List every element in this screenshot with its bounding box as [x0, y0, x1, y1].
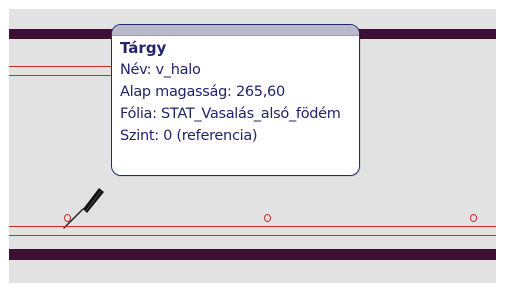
rebar-line-upper[interactable]: [9, 226, 496, 227]
tooltip-title: Tárgy: [120, 39, 167, 57]
drawing-canvas[interactable]: Tárgy Név: v_halo Alap magasság: 265,60 …: [9, 9, 496, 283]
tooltip-base-height: Alap magasság: 265,60: [120, 84, 285, 100]
rebar-line-lower[interactable]: [9, 75, 119, 76]
rebar-line-lower[interactable]: [9, 235, 496, 236]
node-marker-icon[interactable]: [264, 214, 271, 222]
wall-band-bottom[interactable]: [9, 249, 496, 260]
tooltip-level: Szint: 0 (referencia): [120, 128, 258, 144]
node-marker-icon[interactable]: [470, 214, 477, 222]
object-info-tooltip: Tárgy Név: v_halo Alap magasság: 265,60 …: [111, 24, 360, 176]
tooltip-header-strip: [112, 25, 359, 36]
tooltip-layer: Fólia: STAT_Vasalás_alsó_födém: [120, 106, 341, 122]
node-marker-icon[interactable]: [64, 214, 71, 222]
tooltip-name: Név: v_halo: [120, 62, 201, 78]
rebar-line-upper[interactable]: [9, 66, 119, 67]
